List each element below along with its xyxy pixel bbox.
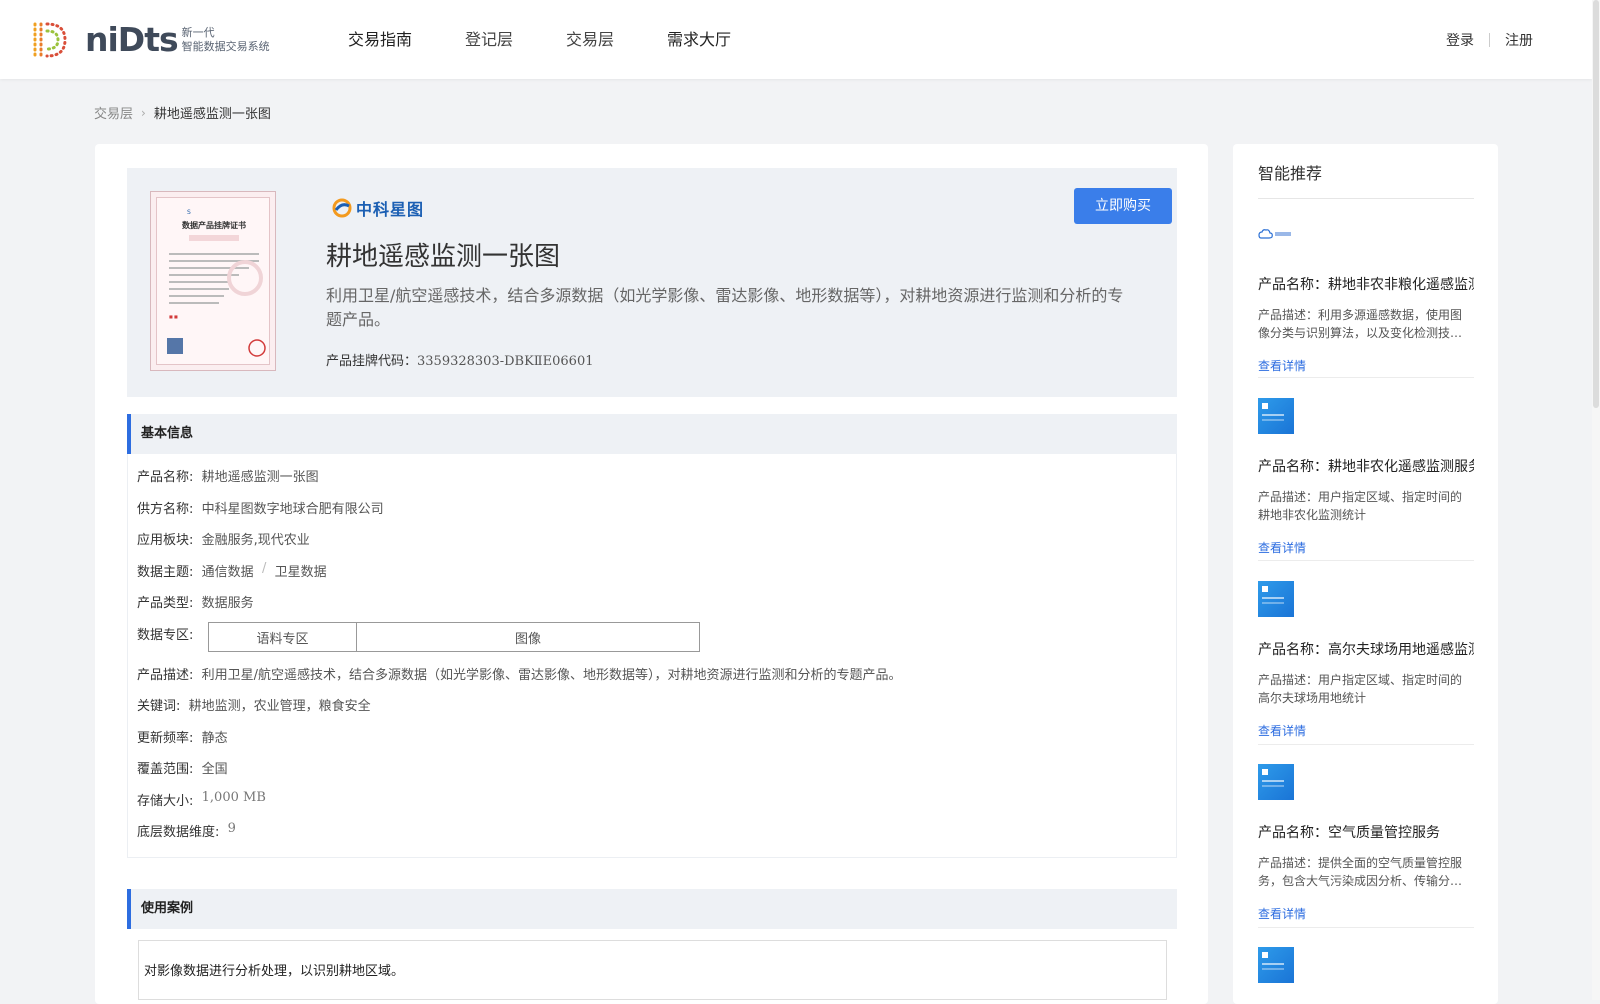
nav-trading-layer[interactable]: 交易层 — [566, 0, 614, 79]
nav-registration-layer[interactable]: 登记层 — [465, 0, 513, 79]
info-zone-label: 数据专区: — [137, 628, 194, 643]
rec-divider — [1258, 927, 1474, 928]
certificate-title: 数据产品挂牌证书 — [182, 220, 246, 230]
auth-divider — [1489, 32, 1490, 47]
logo-subtitle: 新一代 智能数据交易系统 — [182, 26, 270, 54]
info-coverage: 覆盖范围: 全国 — [137, 762, 228, 777]
info-sector: 应用板块: 金融服务,现代农业 — [137, 533, 310, 548]
zone-cell-corpus: 语料专区 — [208, 622, 357, 652]
brand-name: 中科星图 — [356, 200, 425, 219]
rec-name: 产品名称：高尔夫球场用地遥感监测 — [1258, 642, 1474, 658]
register-link[interactable]: 注册 — [1505, 30, 1533, 50]
sidebar-title: 智能推荐 — [1258, 164, 1323, 183]
listing-code-value: 3359328303-DBKⅡE06601 — [417, 354, 594, 369]
logo-dots-icon — [33, 22, 67, 58]
logo-sub-line2: 智能数据交易系统 — [181, 40, 270, 53]
rec-thumbnail-image — [1258, 764, 1294, 800]
rec-name: 产品名称：空气质量管控服务 — [1258, 825, 1440, 841]
basic-info-heading: 基本信息 — [127, 414, 1177, 454]
auth-links: 登录 注册 — [1446, 0, 1533, 79]
svg-text:■ ■: ■ ■ — [169, 314, 178, 319]
logo-sub-line1: 新一代 — [181, 26, 215, 39]
page-scrollbar[interactable] — [1592, 0, 1600, 1000]
zone-cell-image: 图像 — [356, 622, 700, 652]
rec-desc: 产品描述：用户指定区域、指定时间的耕地非农化监测统计 — [1258, 490, 1463, 522]
info-type: 产品类型: 数据服务 — [137, 596, 254, 611]
scrollbar-thumb[interactable] — [1593, 0, 1599, 408]
info-storage: 存储大小: 1,000 MB — [137, 790, 266, 809]
recommend-item[interactable]: 产品名称：空气质量管控服务 产品描述：提供全面的空气质量管控服务，包含大气污染成… — [1258, 764, 1474, 922]
certificate-graphic: S 数据产品挂牌证书 ■ ■ — [167, 209, 266, 357]
rec-thumbnail-image — [1258, 581, 1294, 617]
cloud-logo-icon — [1258, 229, 1291, 239]
use-case-text: 对影像数据进行分析处理，以识别耕地区域。 — [144, 964, 405, 979]
recommend-sidebar: 智能推荐 产品名称：耕地非农非粮化遥感监测 产品描述：利用多源遥感数据，使用图像… — [1233, 144, 1498, 1004]
rec-divider — [1258, 377, 1474, 378]
listing-code: 产品挂牌代码：3359328303-DBKⅡE06601 — [326, 350, 594, 369]
recommend-item[interactable]: 产品名称：耕地非农非粮化遥感监测 产品描述：利用多源遥感数据，使用图像分类与识别… — [1258, 216, 1474, 374]
logo-wordmark: niDts — [85, 20, 179, 59]
info-supplier: 供方名称: 中科星图数字地球合肥有限公司 — [137, 502, 384, 517]
chevron-right-icon: › — [141, 105, 146, 120]
svg-text:S: S — [187, 209, 191, 216]
product-hero: S 数据产品挂牌证书 ■ ■ 中科星图 耕地遥感监测一张图 利用卫星/航空遥感技… — [127, 168, 1177, 397]
certificate-image[interactable]: S 数据产品挂牌证书 ■ ■ — [150, 191, 276, 371]
info-dimension: 底层数据维度: 9 — [137, 821, 236, 840]
data-zone-table: 语料专区 图像 — [208, 622, 700, 652]
recommend-item[interactable]: 产品名称：高尔夫球场用地遥感监测 产品描述：用户指定区域、指定时间的高尔夫球场用… — [1258, 581, 1474, 739]
view-details-link[interactable]: 查看详情 — [1258, 905, 1474, 922]
view-details-link[interactable]: 查看详情 — [1258, 357, 1474, 374]
recommend-item[interactable]: 产品名称：耕地非农化遥感监测服务 产品描述：用户指定区域、指定时间的耕地非农化监… — [1258, 398, 1474, 556]
recommend-item[interactable] — [1258, 947, 1474, 983]
info-product-name: 产品名称: 耕地遥感监测一张图 — [137, 470, 319, 485]
info-description: 产品描述: 利用卫星/航空遥感技术，结合多源数据（如光学影像、雷达影像、地形数据… — [137, 668, 902, 683]
breadcrumb: 交易层 › 耕地遥感监测一张图 — [94, 103, 271, 123]
breadcrumb-current: 耕地遥感监测一张图 — [153, 107, 271, 122]
rec-thumbnail-image — [1258, 398, 1294, 434]
rec-desc: 产品描述：用户指定区域、指定时间的高尔夫球场用地统计 — [1258, 673, 1463, 705]
use-case-heading: 使用案例 — [127, 889, 1177, 929]
main-nav: 交易指南 登记层 交易层 需求大厅 — [348, 0, 784, 79]
supplier-brand: 中科星图 — [332, 196, 424, 220]
top-header: niDts 新一代 智能数据交易系统 交易指南 登记层 交易层 需求大厅 登录 … — [0, 0, 1592, 79]
info-theme: 数据主题: 通信数据 / 卫星数据 — [137, 561, 327, 580]
rec-desc: 产品描述：利用多源遥感数据，使用图像分类与识别算法，以及变化检测技… — [1258, 308, 1463, 340]
rec-thumb-logo — [1258, 216, 1474, 252]
product-summary: 利用卫星/航空遥感技术，结合多源数据（如光学影像、雷达影像、地形数据等），对耕地… — [326, 286, 1124, 329]
brand-logo-icon — [332, 198, 352, 218]
product-detail-card: S 数据产品挂牌证书 ■ ■ 中科星图 耕地遥感监测一张图 利用卫星/航空遥感技… — [95, 144, 1208, 1004]
login-link[interactable]: 登录 — [1446, 30, 1474, 50]
product-title: 耕地遥感监测一张图 — [326, 242, 561, 272]
sidebar-divider — [1258, 198, 1474, 199]
rec-thumbnail-image — [1258, 947, 1294, 983]
rec-name: 产品名称：耕地非农化遥感监测服务 — [1258, 459, 1474, 475]
view-details-link[interactable]: 查看详情 — [1258, 539, 1474, 556]
buy-now-button[interactable]: 立即购买 — [1074, 188, 1172, 224]
rec-name: 产品名称：耕地非农非粮化遥感监测 — [1258, 277, 1474, 293]
breadcrumb-trading-layer[interactable]: 交易层 — [94, 103, 133, 122]
rec-divider — [1258, 560, 1474, 561]
info-frequency: 更新频率: 静态 — [137, 731, 228, 746]
nav-demand-hall[interactable]: 需求大厅 — [667, 0, 731, 79]
nav-trade-guide[interactable]: 交易指南 — [348, 0, 412, 79]
rec-divider — [1258, 744, 1474, 745]
rec-desc: 产品描述：提供全面的空气质量管控服务，包含大气污染成因分析、传输分… — [1258, 856, 1463, 888]
listing-code-label: 产品挂牌代码： — [326, 354, 418, 369]
info-keywords: 关键词: 耕地监测，农业管理，粮食安全 — [137, 699, 371, 714]
site-logo[interactable]: niDts 新一代 智能数据交易系统 — [29, 20, 270, 60]
use-case-box: 对影像数据进行分析处理，以识别耕地区域。 — [138, 940, 1167, 1000]
view-details-link[interactable]: 查看详情 — [1258, 722, 1474, 739]
